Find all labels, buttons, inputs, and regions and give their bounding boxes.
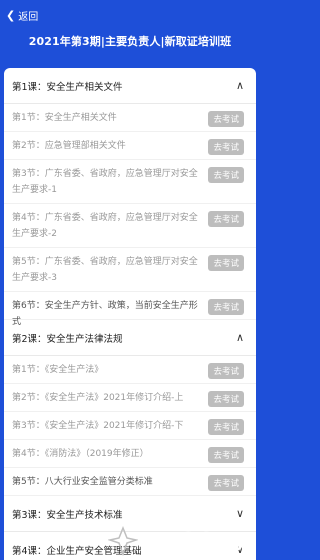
lesson-item[interactable]: 第3节：《安全生产法》2021年修订介绍-下 去考试: [4, 412, 256, 440]
watermark: 138 DOWN: [163, 528, 256, 558]
lesson-item[interactable]: 第4节：《消防法》（2019年修正） 去考试: [4, 440, 256, 468]
lesson-item[interactable]: 第6节：安全生产方针、政策，当前安全生产形式 去考试: [4, 292, 256, 327]
lesson-item[interactable]: 第3节：广东省委、省政府，应急管理厅对安全生产要求-1 去考试: [4, 160, 256, 204]
exam-button[interactable]: 去考试: [208, 139, 244, 155]
watermark-suffix: DOWN: [216, 539, 256, 553]
back-label: 返回: [18, 12, 39, 23]
course-title: 第2课：安全生产法律法规: [12, 333, 123, 345]
lesson-title: 第3节：《安全生产法》2021年修订介绍-下: [12, 421, 184, 431]
exam-button[interactable]: 去考试: [208, 419, 244, 435]
page-title: 2021年第3期|主要负责人|新取证培训班: [28, 35, 232, 48]
exam-button[interactable]: 去考试: [208, 211, 244, 227]
lesson-title: 第4节：《消防法》（2019年修正）: [12, 449, 149, 459]
exam-button[interactable]: 去考试: [208, 475, 244, 491]
lesson-item[interactable]: 第2节：应急管理部相关文件 去考试: [4, 132, 256, 160]
lesson-title: 第3节：广东省委、省政府，应急管理厅对安全生产要求-1: [12, 169, 198, 195]
lesson-title: 第5节：广东省委、省政府，应急管理厅对安全生产要求-3: [12, 257, 198, 283]
lesson-title: 第4节：广东省委、省政府，应急管理厅对安全生产要求-2: [12, 213, 198, 239]
exam-button[interactable]: 去考试: [208, 111, 244, 127]
exam-button[interactable]: 去考试: [208, 299, 244, 315]
lesson-item[interactable]: 第5节：八大行业安全监管分类标准 去考试: [4, 468, 256, 496]
lesson-title: 第5节：八大行业安全监管分类标准: [12, 477, 153, 487]
chevron-up-icon: ∧: [235, 79, 244, 92]
watermark-number: 138: [162, 528, 215, 558]
course-title: 第1课：安全生产相关文件: [12, 81, 123, 93]
lesson-item[interactable]: 第1节：安全生产相关文件 去考试: [4, 104, 256, 132]
back-button[interactable]: ❮ 返回: [6, 8, 38, 23]
header: ❮ 返回 2021年第3期|主要负责人|新取证培训班: [0, 0, 260, 62]
lesson-title: 第1节：《安全生产法》: [12, 365, 104, 375]
exam-button[interactable]: 去考试: [208, 447, 244, 463]
chevron-left-icon: ❮: [6, 9, 16, 22]
chevron-up-icon: ∧: [235, 331, 244, 344]
lesson-title: 第2节：《安全生产法》2021年修订介绍-上: [12, 393, 184, 403]
exam-button[interactable]: 去考试: [208, 363, 244, 379]
lesson-item[interactable]: 第2节：《安全生产法》2021年修订介绍-上 去考试: [4, 384, 256, 412]
course-title: 第3课：安全生产技术标准: [12, 509, 123, 521]
exam-button[interactable]: 去考试: [208, 391, 244, 407]
exam-button[interactable]: 去考试: [208, 255, 244, 271]
lesson-title: 第6节：安全生产方针、政策，当前安全生产形式: [12, 301, 198, 327]
lesson-item[interactable]: 第1节：《安全生产法》 去考试: [4, 356, 256, 384]
lesson-title: 第1节：安全生产相关文件: [12, 113, 117, 123]
lesson-title: 第2节：应急管理部相关文件: [12, 141, 126, 151]
exam-button[interactable]: 去考试: [208, 167, 244, 183]
watermark-logo-icon: [108, 526, 138, 556]
course-list: 第1课：安全生产相关文件 ∧ 第1节：安全生产相关文件 去考试 第2节：应急管理…: [4, 68, 256, 560]
chevron-down-icon: ∨: [235, 507, 244, 520]
lesson-item[interactable]: 第5节：广东省委、省政府，应急管理厅对安全生产要求-3 去考试: [4, 248, 256, 292]
lesson-item[interactable]: 第4节：广东省委、省政府，应急管理厅对安全生产要求-2 去考试: [4, 204, 256, 248]
course-header-1[interactable]: 第1课：安全生产相关文件 ∧: [4, 68, 256, 104]
